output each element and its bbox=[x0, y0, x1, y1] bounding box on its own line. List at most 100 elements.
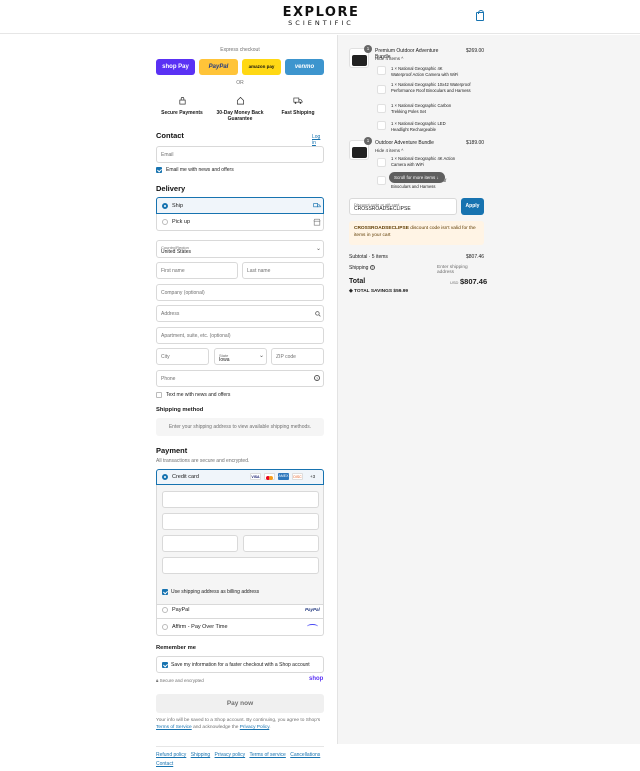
zip-placeholder: ZIP code bbox=[276, 354, 296, 360]
credit-card-radio[interactable] bbox=[162, 474, 168, 480]
shipping-method-title: Shipping method bbox=[156, 407, 204, 413]
affirm-option[interactable]: Affirm - Pay Over Time bbox=[156, 619, 324, 636]
pickup-option[interactable]: Pick up bbox=[156, 214, 324, 231]
card-expiry-field[interactable] bbox=[162, 535, 238, 552]
discount-field[interactable]: Discount code or gift card CROSSROADSECL… bbox=[349, 198, 457, 215]
legal-text-2: and acknowledge the bbox=[193, 724, 239, 730]
paypal-option[interactable]: PayPal PayPal bbox=[156, 602, 324, 619]
store-icon bbox=[313, 218, 321, 226]
ship-radio[interactable] bbox=[162, 203, 168, 209]
text-news-label: Text me with news and offers bbox=[166, 392, 231, 398]
country-select[interactable]: Country/Region United States ⌄ bbox=[156, 240, 324, 258]
sub-item-thumbnail bbox=[377, 176, 386, 185]
first-name-placeholder: First name bbox=[161, 268, 185, 274]
trust-secure: Secure Payments bbox=[156, 96, 208, 116]
card-extra-field[interactable] bbox=[162, 557, 319, 574]
email-news-checkbox[interactable] bbox=[156, 167, 162, 173]
address-field[interactable]: Address bbox=[156, 305, 324, 322]
contact-link[interactable]: Contact bbox=[156, 761, 173, 767]
last-name-field[interactable]: Last name bbox=[242, 262, 324, 279]
shipping-label-text: Shipping bbox=[349, 265, 369, 271]
shipping-value: Enter shipping address bbox=[437, 265, 468, 275]
terms-link[interactable]: Terms of Service bbox=[156, 725, 192, 730]
site-header: EXPLORE SCIENTIFIC bbox=[0, 0, 640, 34]
first-name-field[interactable]: First name bbox=[156, 262, 238, 279]
currency-label: USD bbox=[450, 280, 459, 285]
subtotal-value: $807.46 bbox=[466, 254, 485, 260]
billing-checkbox[interactable] bbox=[162, 589, 168, 595]
email-placeholder: Email bbox=[161, 152, 174, 158]
total-label: Total bbox=[349, 278, 366, 285]
hide-items-toggle[interactable]: Hide 4 items ^ bbox=[375, 148, 403, 153]
state-select[interactable]: State Iowa ⌄ bbox=[214, 348, 267, 365]
legal-period: . bbox=[269, 724, 271, 730]
state-value: Iowa bbox=[219, 357, 230, 363]
item-price: $269.00 bbox=[466, 48, 485, 54]
billing-label: Use shipping address as billing address bbox=[171, 589, 260, 595]
paypal-button[interactable]: PayPal bbox=[199, 59, 238, 75]
explore-scientific-logo[interactable]: EXPLORE SCIENTIFIC bbox=[277, 6, 365, 28]
sub-item: 1 × National Geographic 4K Action Camera… bbox=[391, 156, 456, 167]
payment-title: Payment bbox=[156, 446, 188, 455]
phone-field[interactable]: Phone ? bbox=[156, 370, 324, 387]
mastercard-icon bbox=[264, 473, 275, 480]
email-field[interactable]: Email bbox=[156, 146, 324, 163]
card-name-field[interactable] bbox=[162, 513, 319, 530]
city-field[interactable]: City bbox=[156, 348, 209, 365]
terms-of-service-link[interactable]: Terms of service bbox=[249, 752, 285, 758]
pickup-radio[interactable] bbox=[162, 219, 168, 225]
venmo-button[interactable]: venmo bbox=[285, 59, 324, 75]
shop-pay-label: shop Pay bbox=[162, 64, 189, 70]
express-checkout-title: Express checkout bbox=[220, 47, 260, 53]
pickup-label: Pick up bbox=[172, 219, 191, 225]
zip-field[interactable]: ZIP code bbox=[271, 348, 324, 365]
ship-option[interactable]: Ship bbox=[156, 197, 324, 214]
apartment-placeholder: Apartment, suite, etc. (optional) bbox=[161, 333, 231, 339]
refund-policy-link[interactable]: Refund policy bbox=[156, 752, 186, 758]
country-value: United States bbox=[161, 249, 192, 255]
pay-now-button[interactable]: Pay now bbox=[156, 694, 324, 713]
paypal-radio[interactable] bbox=[162, 607, 168, 613]
help-icon[interactable]: ? bbox=[369, 265, 375, 270]
scroll-more-pill[interactable]: Scroll for more items ↓ bbox=[389, 172, 445, 183]
quantity-badge: 1 bbox=[364, 45, 372, 53]
trust-label: 30-Day Money Back Guarantee bbox=[216, 110, 264, 122]
privacy-policy-link[interactable]: Privacy policy bbox=[215, 752, 246, 758]
affirm-label: Affirm - Pay Over Time bbox=[172, 624, 228, 630]
sub-item-thumbnail bbox=[377, 121, 386, 130]
shipping-label: Shipping ? bbox=[349, 265, 375, 271]
hide-items-label: Hide 4 items bbox=[375, 148, 401, 153]
credit-card-option[interactable]: Credit card VISA AMEX DISC +3 bbox=[156, 469, 324, 485]
company-placeholder: Company (optional) bbox=[161, 290, 205, 296]
card-form-panel: Use shipping address as billing address bbox=[156, 485, 324, 605]
cancellations-link[interactable]: Cancellations bbox=[290, 752, 320, 758]
apartment-field[interactable]: Apartment, suite, etc. (optional) bbox=[156, 327, 324, 344]
sub-item-thumbnail bbox=[377, 66, 386, 75]
sub-item-thumbnail bbox=[377, 158, 386, 167]
search-icon bbox=[315, 311, 321, 317]
truck-icon bbox=[293, 97, 303, 104]
amazon-pay-button[interactable]: amazon pay bbox=[242, 59, 281, 75]
company-field[interactable]: Company (optional) bbox=[156, 284, 324, 301]
card-number-field[interactable] bbox=[162, 491, 319, 508]
privacy-link[interactable]: Privacy Policy bbox=[240, 725, 270, 730]
hide-items-toggle[interactable]: Hide 4 items ^ bbox=[375, 56, 403, 61]
help-icon[interactable]: ? bbox=[314, 375, 320, 381]
order-summary: 1 Premium Outdoor Adventure Bundle $269.… bbox=[349, 35, 487, 295]
secure-note: 🔒︎ Secure and encrypted bbox=[156, 678, 204, 683]
card-cvv-field[interactable] bbox=[243, 535, 319, 552]
save-info-checkbox[interactable] bbox=[162, 662, 168, 668]
apply-button[interactable]: Apply bbox=[461, 198, 484, 215]
delivery-title: Delivery bbox=[156, 184, 186, 193]
affirm-radio[interactable] bbox=[162, 624, 168, 630]
house-icon bbox=[236, 96, 244, 105]
shop-pay-button[interactable]: shop Pay bbox=[156, 59, 195, 75]
sub-item: 1 × National Geographic Carbon Trekking … bbox=[391, 103, 452, 114]
shopping-bag-icon[interactable] bbox=[476, 10, 484, 21]
text-news-checkbox[interactable] bbox=[156, 392, 162, 398]
subtotal-label: Subtotal · 5 items bbox=[349, 254, 388, 260]
shipping-link[interactable]: Shipping bbox=[191, 752, 210, 758]
login-link[interactable]: Log in bbox=[312, 134, 324, 146]
phone-placeholder: Phone bbox=[161, 376, 176, 382]
email-news-label: Email me with news and offers bbox=[166, 167, 234, 173]
